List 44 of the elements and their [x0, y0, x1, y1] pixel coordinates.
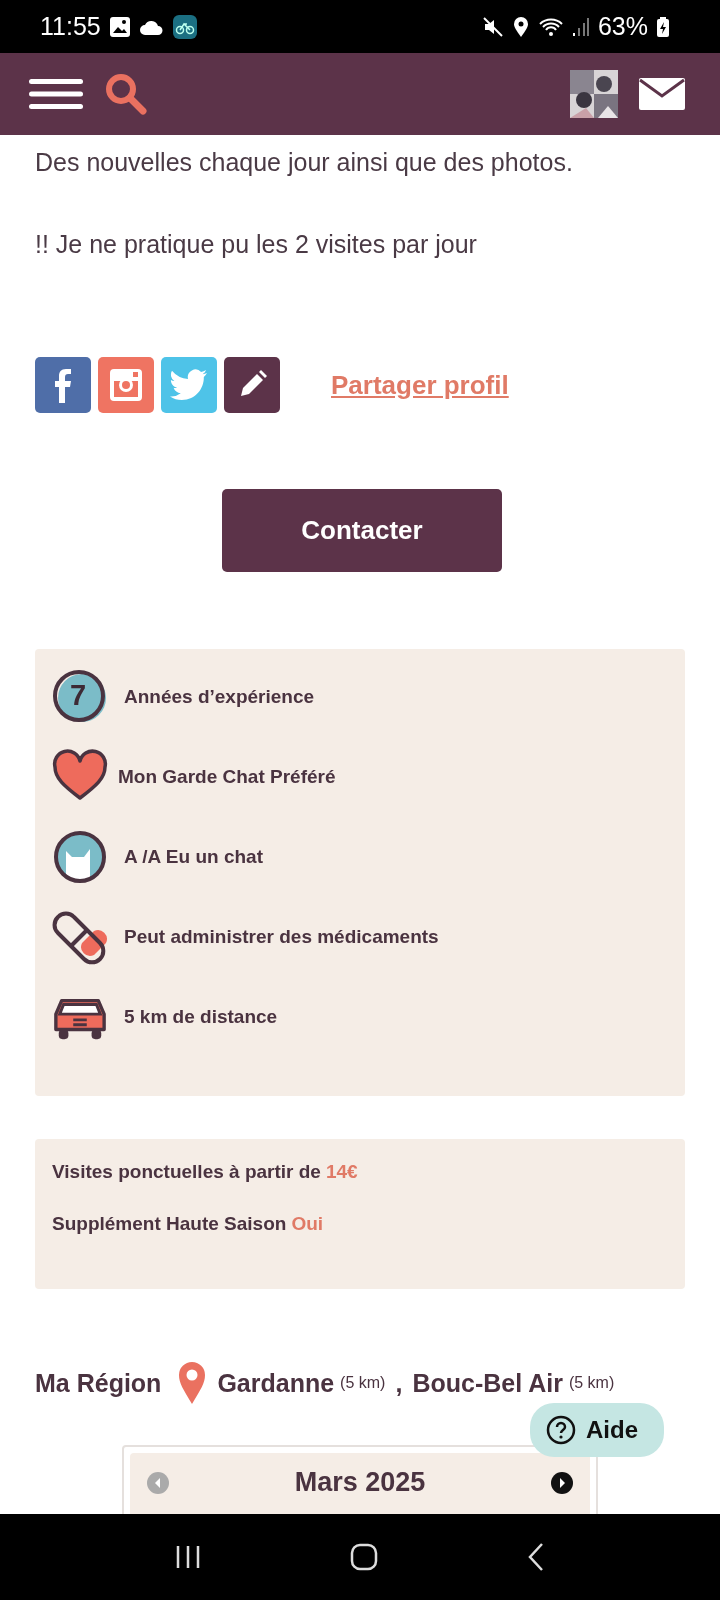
pricing-label: Visites ponctuelles à partir de: [52, 1161, 321, 1183]
region-label: Ma Région: [35, 1368, 162, 1398]
pricing-value: 14€: [325, 1161, 358, 1183]
description-text: Des nouvelles chaque jour ainsi que des photos.: [35, 147, 574, 178]
contact-button[interactable]: Contacter: [222, 489, 502, 572]
feature-label: Mon Garde Chat Préféré: [118, 766, 336, 788]
pricing-value: Oui: [291, 1213, 324, 1235]
calendar-month: Mars 2025: [294, 1467, 426, 1498]
description-text: !! Je ne pratique pu les 2 visites par jour: [35, 229, 478, 260]
battery-icon: [656, 15, 670, 38]
pill-icon: [52, 909, 108, 965]
feature-label: Années d’expérience: [124, 686, 315, 708]
search-icon[interactable]: [104, 72, 148, 116]
years-count: 7: [70, 679, 87, 712]
bicycle-icon: [172, 14, 197, 39]
feature-label: A /A Eu un chat: [124, 846, 263, 868]
feature-label: Peut administrer des médicaments: [124, 926, 439, 948]
edit-button[interactable]: [224, 357, 280, 413]
next-month-icon[interactable]: [550, 1471, 574, 1495]
share-button[interactable]: [98, 357, 154, 413]
badge-icon: [52, 669, 108, 725]
location-pin-icon: [177, 1361, 208, 1405]
feature-label: 5 km de distance: [124, 1006, 278, 1028]
image-icon: [108, 15, 131, 38]
mail-icon[interactable]: [638, 77, 686, 111]
location-icon: [511, 15, 530, 38]
twitter-icon: [169, 368, 209, 402]
help-button[interactable]: Aide: [530, 1403, 664, 1457]
town-name: Bouc-Bel Air: [412, 1368, 563, 1398]
separator-text: ,: [395, 1368, 403, 1398]
pricing-label: Supplément Haute Saison: [52, 1213, 287, 1235]
town-distance: (5 km): [340, 1374, 386, 1392]
battery-level: 63%: [597, 12, 648, 41]
mute-icon: [481, 15, 504, 38]
share-button[interactable]: [35, 357, 91, 413]
cat-icon: [52, 829, 108, 885]
instagram-icon: [108, 367, 144, 403]
home-icon[interactable]: [349, 1542, 379, 1572]
signal-icon: [571, 15, 590, 38]
clock: 11:55: [40, 12, 101, 41]
menu-icon[interactable]: [28, 77, 84, 111]
town-distance: (5 km): [568, 1374, 615, 1392]
help-icon: [546, 1415, 576, 1445]
town-name: Gardanne: [217, 1368, 335, 1398]
